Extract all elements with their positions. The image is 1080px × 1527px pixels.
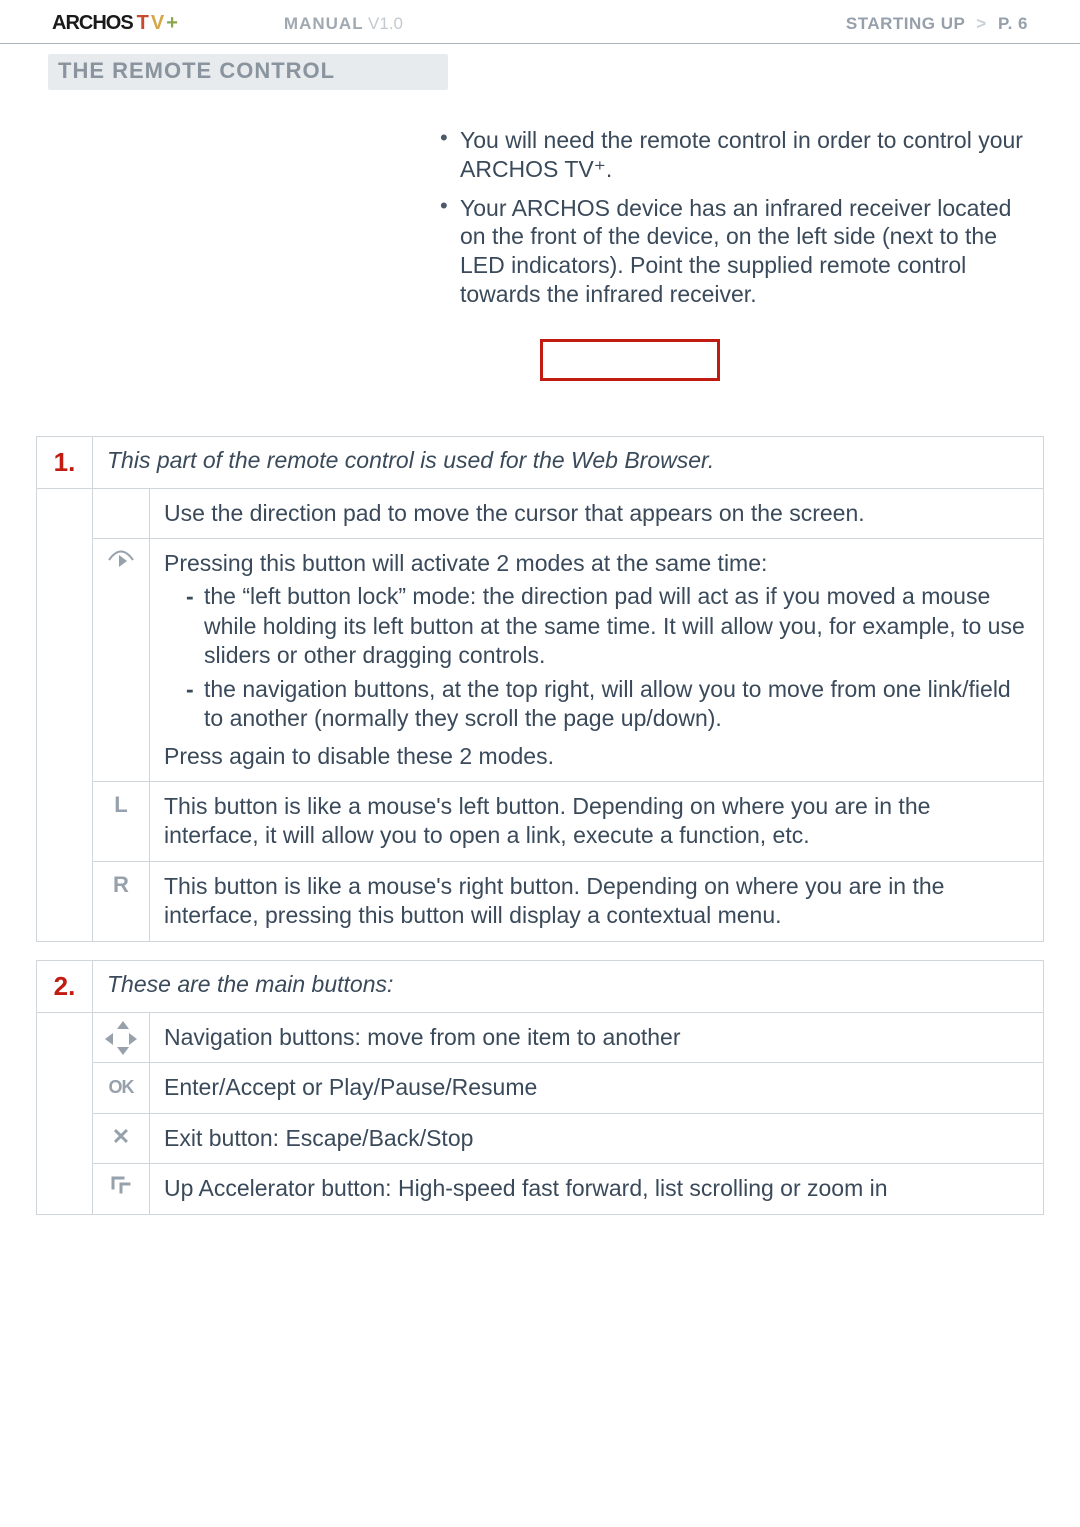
blank-cell xyxy=(37,488,93,538)
manual-version: V1.0 xyxy=(368,14,403,33)
section1-row1-li1: the “left button lock” mode: the directi… xyxy=(186,582,1029,670)
manual-label: MANUAL xyxy=(284,14,364,33)
manual-label-wrap: MANUAL V1.0 xyxy=(180,14,846,34)
logo: ARCHOS TV+ xyxy=(52,12,180,35)
logo-tvplus: TV+ xyxy=(137,12,180,35)
intro-bullet-1: You will need the remote control in orde… xyxy=(440,126,1028,184)
section1-title: This part of the remote control is used … xyxy=(93,436,1044,488)
x-icon: ✕ xyxy=(93,1113,150,1163)
blank-cell xyxy=(37,861,93,941)
section1-row1-trail: Press again to disable these 2 modes. xyxy=(164,743,554,769)
nav-dpad-icon xyxy=(93,1012,150,1062)
section2-row2-desc: Exit button: Escape/Back/Stop xyxy=(150,1113,1044,1163)
section1-table: 1. This part of the remote control is us… xyxy=(36,436,1044,942)
breadcrumb-page: P. 6 xyxy=(998,14,1028,33)
section1-table-wrap: 1. This part of the remote control is us… xyxy=(0,436,1080,960)
chevron-right-icon: > xyxy=(970,14,992,33)
section1-row1-desc: Pressing this button will activate 2 mod… xyxy=(150,538,1044,781)
blank-cell xyxy=(37,538,93,781)
cursor-mode-icon xyxy=(93,538,150,781)
blank-cell xyxy=(37,1164,93,1214)
section2-table-wrap: 2. These are the main buttons: Navigatio… xyxy=(0,960,1080,1233)
section1-number: 1. xyxy=(37,436,93,488)
section2-row0-desc: Navigation buttons: move from one item t… xyxy=(150,1012,1044,1062)
up-accelerator-icon xyxy=(93,1164,150,1214)
section2-row3-desc: Up Accelerator button: High-speed fast f… xyxy=(150,1164,1044,1214)
section-title: THE REMOTE CONTROL xyxy=(48,54,448,90)
R-button-icon: R xyxy=(93,861,150,941)
intro-bullet-2: Your ARCHOS device has an infrared recei… xyxy=(440,194,1028,309)
section2-table: 2. These are the main buttons: Navigatio… xyxy=(36,960,1044,1215)
section1-row1-lead: Pressing this button will activate 2 mod… xyxy=(164,550,767,576)
section2-number: 2. xyxy=(37,960,93,1012)
section1-row3-desc: This button is like a mouse's right butt… xyxy=(150,861,1044,941)
blank-cell xyxy=(37,1113,93,1163)
highlight-box-wrap xyxy=(0,339,1080,386)
ok-icon: OK xyxy=(93,1063,150,1113)
header-divider xyxy=(0,43,1080,44)
breadcrumb: STARTING UP > P. 6 xyxy=(846,14,1028,34)
section2-title: These are the main buttons: xyxy=(93,960,1044,1012)
highlight-box xyxy=(540,339,720,381)
blank-cell xyxy=(37,1063,93,1113)
blank-cell xyxy=(37,1012,93,1062)
section1-row1-li2: the navigation buttons, at the top right… xyxy=(186,675,1029,734)
breadcrumb-section: STARTING UP xyxy=(846,14,965,33)
logo-archos-text: ARCHOS xyxy=(52,12,133,35)
section1-row0-desc: Use the direction pad to move the cursor… xyxy=(150,488,1044,538)
page-header: ARCHOS TV+ MANUAL V1.0 STARTING UP > P. … xyxy=(0,0,1080,43)
section2-row1-desc: Enter/Accept or Play/Pause/Resume xyxy=(150,1063,1044,1113)
blank-cell xyxy=(37,782,93,862)
intro-block: You will need the remote control in orde… xyxy=(440,126,1028,309)
section1-row2-desc: This button is like a mouse's left butto… xyxy=(150,782,1044,862)
direction-pad-blank-icon xyxy=(93,488,150,538)
L-button-icon: L xyxy=(93,782,150,862)
